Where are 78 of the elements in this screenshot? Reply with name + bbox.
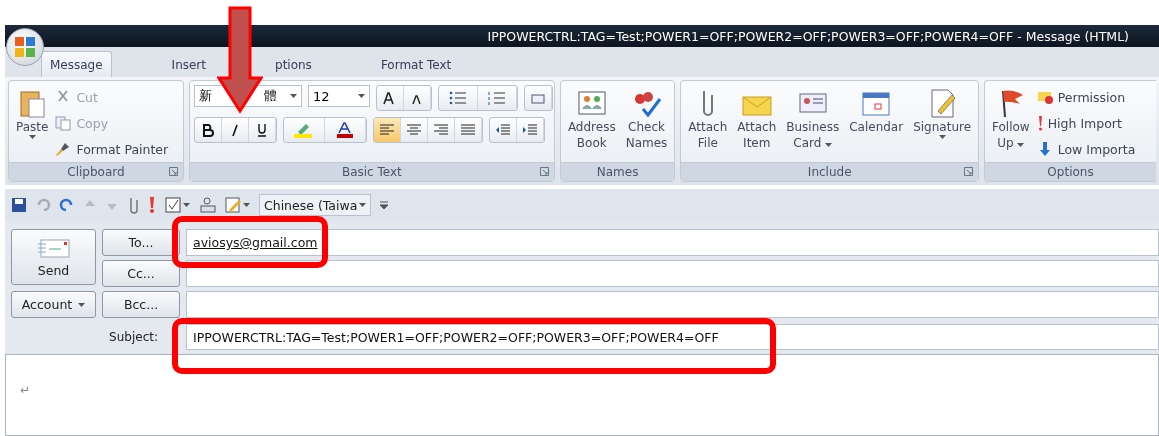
check-form-icon[interactable]: [165, 197, 191, 213]
ribbon-button[interactable]: Attach File: [685, 85, 731, 153]
subject-field[interactable]: IPPOWERCTRL:TAG=Test;POWER1=OFF;POWER2=OFF;POWER3=OFF;POWER4=OFF: [186, 324, 1159, 350]
exclamation-icon: [1036, 115, 1043, 131]
ribbon-button[interactable]: Address Book: [564, 85, 619, 153]
align-icon: [378, 124, 395, 136]
envelope-icon: [1036, 89, 1053, 105]
paste-button[interactable]: Paste: [13, 85, 52, 141]
group-label: Basic Text: [341, 165, 402, 179]
ribbon-small-button[interactable]: High Import: [1036, 111, 1136, 135]
paperclip-icon[interactable]: [127, 196, 139, 214]
ribbon-tab[interactable]: Message: [41, 51, 112, 77]
ribbon-tab[interactable]: Format Text: [371, 51, 461, 77]
group-label: Options: [1047, 165, 1094, 179]
align-icon: [405, 124, 422, 136]
list-buttons[interactable]: [437, 85, 518, 111]
exclamation-icon[interactable]: [147, 196, 157, 214]
ribbon-small-button[interactable]: Format Painter: [55, 137, 169, 161]
ribbon-button[interactable]: Calendar: [846, 85, 907, 137]
to-field[interactable]: aviosys@gmail.com: [186, 229, 1159, 256]
stamp-icon[interactable]: [199, 196, 217, 214]
pencil-page-icon[interactable]: [225, 196, 251, 214]
group-label: Clipboard: [67, 165, 125, 179]
cc-field[interactable]: [186, 260, 1159, 287]
to-button[interactable]: To...: [102, 229, 180, 256]
ribbon-button[interactable]: Business Card: [783, 85, 843, 153]
caret-icon: [357, 94, 365, 98]
highlighter-icon: [292, 122, 315, 138]
ribbon-small-button[interactable]: Low Importa: [1036, 137, 1136, 161]
bold-icon: [201, 123, 214, 137]
redo-icon[interactable]: [59, 197, 75, 213]
bcc-button[interactable]: Bcc...: [102, 291, 180, 318]
customize-toolbar-icon[interactable]: [379, 200, 389, 210]
subject-label: Subject:: [109, 330, 158, 344]
font-grow-shrink-icons[interactable]: [375, 85, 432, 111]
account-button[interactable]: Account: [11, 291, 96, 318]
language-dropdown[interactable]: Chinese (Taiwa: [259, 194, 371, 216]
group-label: Names: [596, 165, 639, 179]
bcc-field[interactable]: [186, 291, 1159, 318]
ribbon-button[interactable]: Check Names: [622, 85, 671, 153]
caret-icon: [28, 135, 36, 139]
font-color-icon: [335, 122, 354, 138]
style-buttons[interactable]: [193, 117, 277, 143]
ribbon-button[interactable]: Signature: [910, 85, 975, 141]
group-label: Include: [807, 165, 852, 179]
caret-icon: [78, 302, 86, 307]
ribbon-tab[interactable]: ptions: [266, 51, 321, 77]
bullet-list-icon: [448, 91, 467, 105]
clear-format-button[interactable]: [523, 85, 553, 111]
indent-icon: [521, 124, 538, 136]
align-icon: [459, 124, 476, 136]
indent-buttons[interactable]: [488, 117, 545, 143]
color-buttons[interactable]: [282, 117, 367, 143]
dialog-launcher-icon[interactable]: [964, 167, 974, 176]
dialog-launcher-icon[interactable]: [539, 167, 549, 176]
envelope-icon: [36, 236, 71, 259]
copy-icon: [55, 115, 72, 131]
brush-icon: [55, 141, 72, 157]
save-icon[interactable]: [11, 197, 27, 213]
align-icon: [432, 124, 449, 136]
window-title: IPPOWERCTRL:TAG=Test;POWER1=OFF;POWER2=OFF;POWER3=OFF;POWER4=OFF - Message (HTML): [487, 28, 1129, 44]
paragraph-mark: ↵: [20, 383, 31, 397]
alignment-buttons[interactable]: [372, 117, 483, 143]
indent-icon: [494, 124, 511, 136]
numbered-list-icon: [487, 91, 506, 105]
ribbon-small-button[interactable]: Permission: [1036, 85, 1136, 109]
dialog-launcher-icon[interactable]: [168, 167, 178, 176]
send-button[interactable]: Send: [11, 229, 96, 285]
ribbon-button[interactable]: Follow Up: [989, 85, 1033, 153]
ribbon-button[interactable]: Attach Item: [734, 85, 780, 153]
cc-button[interactable]: Cc...: [102, 260, 180, 287]
caret-icon: [289, 94, 297, 98]
font-size-field[interactable]: 12: [307, 85, 370, 107]
caret-icon: [359, 203, 366, 207]
underline-icon: [255, 123, 268, 137]
ribbon-tab[interactable]: Insert: [162, 51, 215, 77]
message-body[interactable]: ↵: [5, 354, 1159, 436]
office-logo: [14, 36, 36, 58]
